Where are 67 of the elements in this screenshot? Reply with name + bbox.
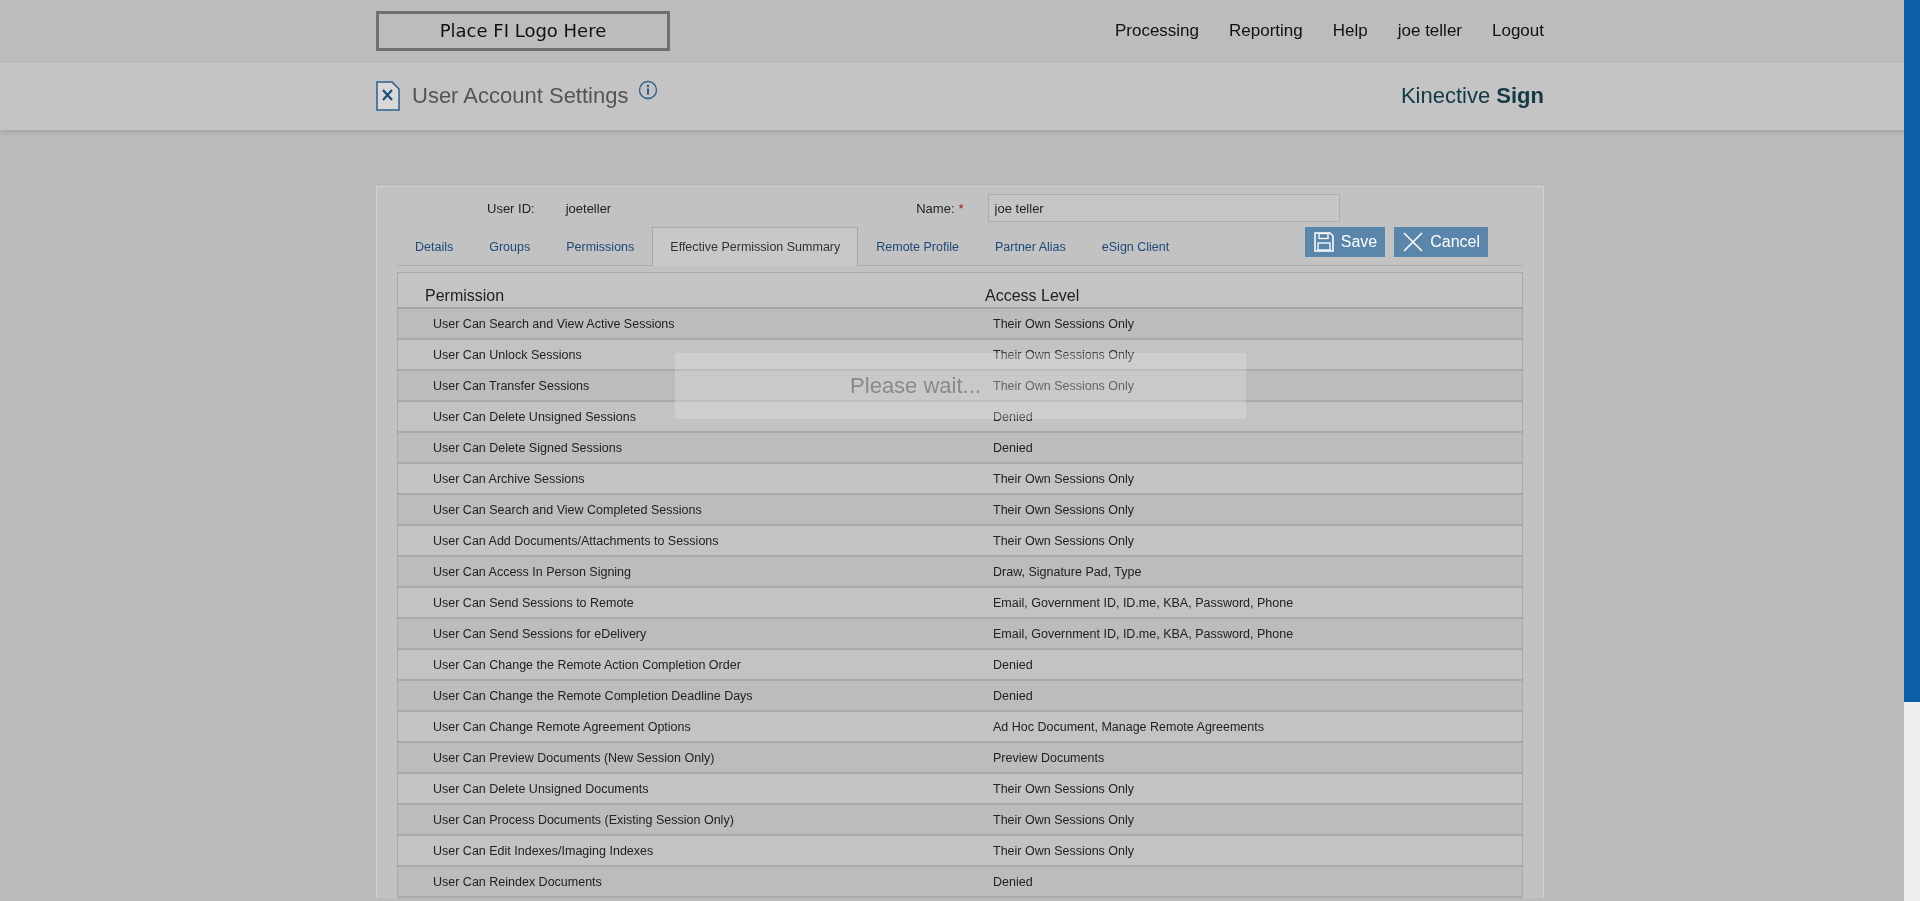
user-id-value: joeteller <box>565 200 612 216</box>
tab[interactable]: Groups <box>471 227 549 265</box>
table-cell: Email, Government ID, ID.me, KBA, Password, Phone <box>993 595 1294 610</box>
table-cell: User Can Delete Signed Sessions <box>433 440 622 455</box>
table-cell: Their Own Sessions Only <box>993 502 1135 517</box>
nav-link[interactable]: Reporting <box>1229 20 1303 41</box>
nav-link[interactable]: Processing <box>1114 20 1200 41</box>
nav-link[interactable]: Help <box>1332 20 1368 41</box>
cancel-button[interactable]: Cancel <box>1394 227 1488 257</box>
table-cell: Preview Documents <box>993 750 1105 765</box>
table-cell: Denied <box>993 874 1033 889</box>
info-icon[interactable] <box>638 80 659 100</box>
table-cell: Denied <box>993 409 1033 424</box>
table-cell: User Can Change Remote Agreement Options <box>433 719 691 734</box>
table-cell: Their Own Sessions Only <box>993 843 1135 858</box>
table-cell: User Can Search and View Completed Sessions <box>433 502 702 517</box>
page-title: User Account Settings <box>412 83 629 109</box>
table-cell: User Can Transfer Sessions <box>433 378 590 393</box>
tab[interactable]: Remote Profile <box>858 227 977 265</box>
table-cell: User Can Archive Sessions <box>433 471 585 486</box>
save-button[interactable]: Save <box>1304 227 1386 257</box>
table-cell: User Can Send Sessions for eDelivery <box>433 626 647 641</box>
required-mark: * <box>958 200 964 216</box>
table-cell: User Can Process Documents (Existing Session Only) <box>433 812 734 827</box>
table-cell: Their Own Sessions Only <box>993 471 1135 486</box>
document-settings-icon <box>376 81 400 111</box>
loading-message: Please wait... <box>850 373 981 399</box>
table-cell: Ad Hoc Document, Manage Remote Agreements <box>993 719 1264 734</box>
table-cell: User Can Edit Indexes/Imaging Indexes <box>433 843 654 858</box>
table-cell: Their Own Sessions Only <box>993 378 1135 393</box>
table-cell: User Can Delete Unsigned Sessions <box>433 409 636 424</box>
table-cell: Draw, Signature Pad, Type <box>993 564 1142 579</box>
name-label: Name: <box>916 200 955 216</box>
column-header: Permission <box>424 287 506 306</box>
table-cell: User Can Add Documents/Attachments to Sessions <box>433 533 719 548</box>
scrollbar-thumb[interactable] <box>1904 0 1920 702</box>
tab[interactable]: Permissions <box>548 227 653 265</box>
close-icon <box>1402 231 1425 253</box>
brand-logo: Kinective Sign <box>1400 83 1544 109</box>
table-cell: User Can Delete Unsigned Documents <box>433 781 649 796</box>
table-cell: User Can Preview Documents (New Session Only) <box>433 750 715 765</box>
table-cell: Denied <box>993 688 1033 703</box>
table-cell: Their Own Sessions Only <box>993 347 1135 362</box>
name-field[interactable]: joe teller <box>987 194 1340 222</box>
table-cell: Denied <box>993 440 1033 455</box>
table-cell: User Can Change the Remote Action Completion Order <box>433 657 741 672</box>
nav-link[interactable]: joe teller <box>1397 20 1462 41</box>
table-cell: User Can Access In Person Signing <box>433 564 632 579</box>
logo-placeholder-text: Place FI Logo Here <box>439 20 607 41</box>
table-cell: User Can Reindex Documents <box>433 874 602 889</box>
tab[interactable]: Partner Alias <box>976 227 1084 265</box>
tab[interactable]: Details <box>397 227 472 265</box>
column-header: Access Level <box>985 287 1080 306</box>
table-cell: Their Own Sessions Only <box>993 316 1135 331</box>
table-cell: User Can Search and View Active Sessions <box>433 316 675 331</box>
table-cell: Their Own Sessions Only <box>993 812 1135 827</box>
tab[interactable]: Effective Permission Summary <box>652 227 859 266</box>
table-cell: User Can Send Sessions to Remote <box>433 595 634 610</box>
table-cell: Denied <box>993 657 1033 672</box>
table-cell: Their Own Sessions Only <box>993 533 1135 548</box>
tab[interactable]: eSign Client <box>1083 227 1188 265</box>
table-cell: Email, Government ID, ID.me, KBA, Password, Phone <box>993 626 1294 641</box>
table-cell: User Can Unlock Sessions <box>433 347 582 362</box>
nav-link[interactable]: Logout <box>1492 20 1544 41</box>
table-cell: Their Own Sessions Only <box>993 781 1135 796</box>
table-cell: User Can Change the Remote Completion Deadline Days <box>433 688 753 703</box>
user-id-label: User ID: <box>487 200 535 216</box>
